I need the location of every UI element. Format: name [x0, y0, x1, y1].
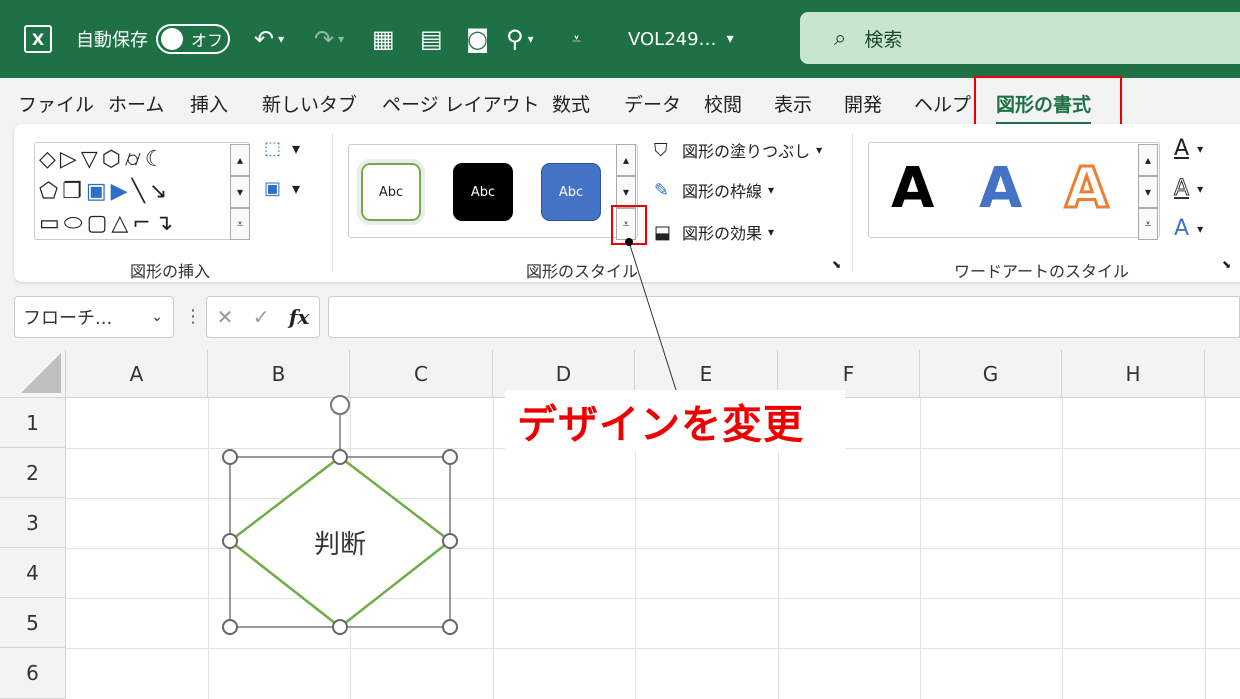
resize-handle[interactable]	[222, 533, 238, 549]
resize-handle[interactable]	[442, 619, 458, 635]
resize-handle[interactable]	[442, 533, 458, 549]
resize-handle[interactable]	[222, 619, 238, 635]
callout-pointer-dot	[625, 238, 633, 246]
callout-pointer-line	[628, 241, 677, 391]
overlay-graphics	[222, 238, 677, 635]
annotation-callout: デザインを変更	[505, 390, 845, 452]
shape-text: 判断	[313, 530, 366, 560]
rotate-handle-icon[interactable]	[330, 395, 350, 415]
resize-handle[interactable]	[442, 449, 458, 465]
annotation-text: デザインを変更	[517, 402, 804, 448]
resize-handle[interactable]	[332, 619, 348, 635]
resize-handle[interactable]	[222, 449, 238, 465]
resize-handle[interactable]	[332, 449, 348, 465]
